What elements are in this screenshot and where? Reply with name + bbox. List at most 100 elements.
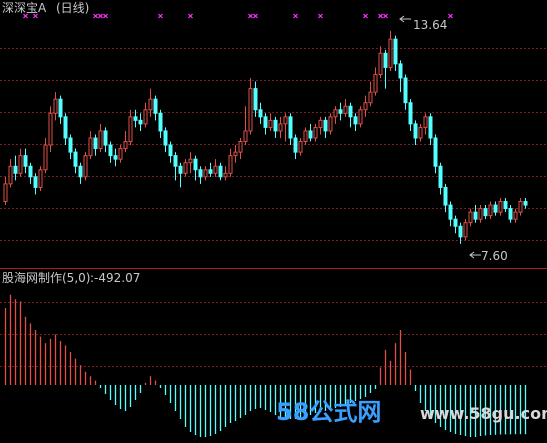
low-price-label: 7.60 bbox=[481, 249, 508, 263]
candle-body bbox=[373, 73, 378, 93]
candle-body bbox=[68, 137, 73, 153]
candle-body bbox=[238, 141, 243, 153]
candle-body bbox=[353, 116, 358, 125]
candle-body bbox=[403, 77, 408, 104]
candle-body bbox=[258, 109, 263, 118]
candle-body bbox=[263, 116, 268, 128]
candle-body bbox=[488, 204, 493, 217]
candle-body bbox=[243, 130, 248, 143]
candle-body bbox=[428, 116, 433, 139]
candle-body bbox=[168, 144, 173, 157]
candle-body bbox=[208, 169, 213, 174]
candle-body bbox=[448, 204, 453, 220]
candle-body bbox=[228, 155, 233, 174]
candle-body bbox=[13, 165, 18, 174]
candle bbox=[463, 219, 468, 241]
candle-body bbox=[358, 109, 363, 125]
candle-body bbox=[308, 130, 313, 139]
candle-body bbox=[463, 222, 468, 238]
candle-body bbox=[23, 155, 28, 167]
candle-body bbox=[33, 176, 38, 188]
candle-body bbox=[383, 52, 388, 68]
candle-body bbox=[78, 165, 83, 178]
candle-body bbox=[363, 102, 368, 111]
candle-body bbox=[468, 211, 473, 224]
period-label: (日线) bbox=[56, 1, 89, 15]
candle-body bbox=[438, 165, 443, 188]
candle-body bbox=[478, 208, 483, 220]
candle-body bbox=[348, 105, 353, 118]
candle-body bbox=[183, 162, 188, 174]
candle-body bbox=[188, 158, 193, 164]
candle-body bbox=[508, 208, 513, 220]
candle-body bbox=[458, 225, 463, 238]
stock-chart: 深深宝A (日线) 13.64 7.60 股海网制作(5,0) :-492.07… bbox=[0, 0, 547, 443]
candle-body bbox=[48, 112, 53, 146]
candle-body bbox=[418, 126, 423, 139]
candle-body bbox=[368, 91, 373, 104]
candle-body bbox=[393, 38, 398, 65]
candle bbox=[328, 113, 333, 135]
candle-body bbox=[98, 130, 103, 150]
indicator-value: :-492.07 bbox=[90, 271, 140, 285]
candle-body bbox=[473, 211, 478, 220]
candle-body bbox=[253, 88, 258, 111]
candle-body bbox=[153, 98, 158, 114]
candle-body bbox=[148, 98, 153, 111]
candle-body bbox=[288, 116, 293, 139]
candle-body bbox=[503, 201, 508, 210]
candle-body bbox=[223, 172, 228, 178]
candle-body bbox=[103, 130, 108, 146]
candle-body bbox=[283, 116, 288, 125]
candle-body bbox=[108, 144, 113, 157]
candle-body bbox=[333, 109, 338, 118]
candle-body bbox=[413, 123, 418, 139]
candle-body bbox=[163, 130, 168, 146]
candle-body bbox=[388, 38, 393, 68]
candle-body bbox=[318, 119, 323, 128]
candle-body bbox=[38, 169, 43, 188]
candle bbox=[48, 106, 53, 153]
candle-body bbox=[213, 165, 218, 174]
candle-body bbox=[268, 119, 273, 128]
candle-body bbox=[303, 130, 308, 143]
candle-body bbox=[118, 148, 123, 160]
candle-body bbox=[128, 116, 133, 143]
candle-body bbox=[398, 63, 403, 79]
candle-body bbox=[158, 112, 163, 132]
candle-body bbox=[443, 186, 448, 206]
candle-body bbox=[53, 98, 58, 114]
candle-body bbox=[123, 141, 128, 150]
candle-body bbox=[143, 109, 148, 125]
watermark-url: www.58gu.com bbox=[420, 404, 547, 423]
candle-body bbox=[523, 201, 528, 206]
candle bbox=[83, 152, 88, 181]
candle-body bbox=[218, 165, 223, 178]
candle-body bbox=[298, 141, 303, 153]
candle-body bbox=[8, 165, 13, 185]
candle-body bbox=[453, 218, 458, 227]
candle-body bbox=[88, 137, 93, 157]
candle-body bbox=[28, 165, 33, 178]
candle-body bbox=[328, 116, 333, 132]
candle-body bbox=[83, 155, 88, 178]
candle-body bbox=[93, 137, 98, 150]
candle-body bbox=[3, 183, 8, 203]
candle-body bbox=[233, 151, 238, 157]
candle-body bbox=[338, 109, 343, 114]
candle-body bbox=[323, 119, 328, 132]
candle-body bbox=[433, 137, 438, 167]
candle-body bbox=[248, 88, 253, 132]
candle-body bbox=[73, 151, 78, 167]
candle-body bbox=[423, 116, 428, 128]
candle-body bbox=[513, 211, 518, 220]
candle-body bbox=[133, 116, 138, 121]
candle bbox=[358, 106, 363, 128]
candle-body bbox=[343, 105, 348, 114]
candle bbox=[38, 166, 43, 191]
candle-body bbox=[493, 204, 498, 213]
candle-body bbox=[378, 52, 383, 75]
candle-body bbox=[518, 201, 523, 213]
candle-body bbox=[278, 123, 283, 132]
candle-body bbox=[293, 137, 298, 153]
